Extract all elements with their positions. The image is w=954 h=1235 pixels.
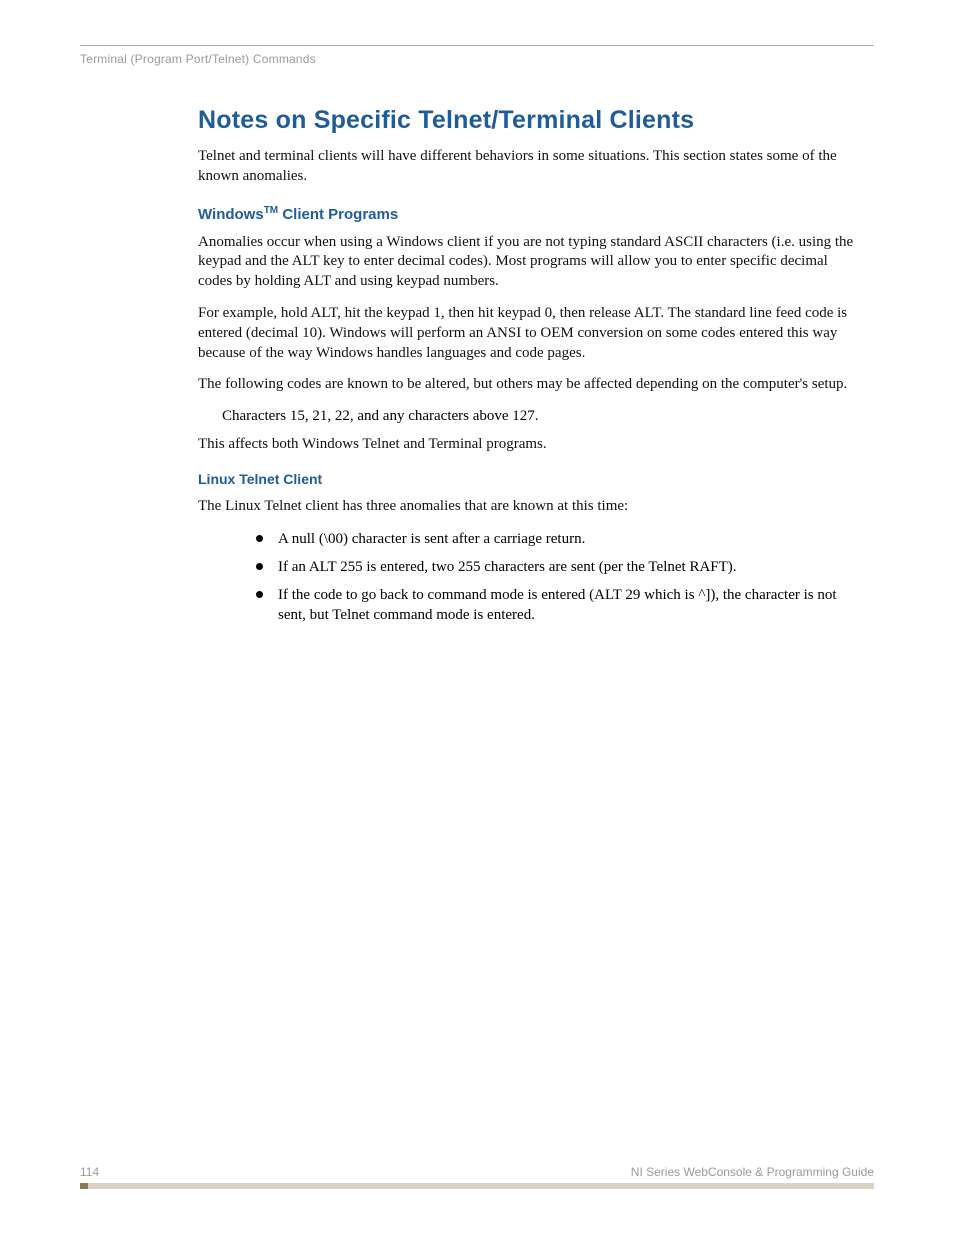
page-footer: 114 NI Series WebConsole & Programming G…	[80, 1165, 874, 1189]
section-title: Notes on Specific Telnet/Terminal Client…	[198, 106, 864, 135]
footer-line: 114 NI Series WebConsole & Programming G…	[80, 1165, 874, 1179]
windows-p2: For example, hold ALT, hit the keypad 1,…	[198, 304, 864, 363]
header-rule	[80, 45, 874, 46]
list-item: A null (\00) character is sent after a c…	[256, 529, 864, 549]
windows-p1: Anomalies occur when using a Windows cli…	[198, 233, 864, 292]
page-content: Notes on Specific Telnet/Terminal Client…	[198, 106, 864, 626]
windows-heading-prefix: Windows	[198, 206, 264, 223]
windows-indent: Characters 15, 21, 22, and any character…	[222, 407, 864, 427]
intro-paragraph: Telnet and terminal clients will have di…	[198, 147, 864, 187]
windows-heading-sup: TM	[264, 205, 278, 216]
document-page: Terminal (Program Port/Telnet) Commands …	[0, 0, 954, 1235]
windows-heading: WindowsTM Client Programs	[198, 205, 864, 223]
windows-heading-suffix: Client Programs	[278, 206, 398, 223]
linux-heading: Linux Telnet Client	[198, 471, 864, 487]
running-header: Terminal (Program Port/Telnet) Commands	[80, 52, 874, 66]
footer-bar	[80, 1183, 874, 1189]
list-item: If an ALT 255 is entered, two 255 charac…	[256, 557, 864, 577]
windows-p3: The following codes are known to be alte…	[198, 375, 864, 395]
footer-doc-title: NI Series WebConsole & Programming Guide	[631, 1165, 874, 1179]
page-number: 114	[80, 1165, 99, 1179]
list-item: If the code to go back to command mode i…	[256, 585, 864, 626]
linux-intro: The Linux Telnet client has three anomal…	[198, 497, 864, 517]
linux-bullet-list: A null (\00) character is sent after a c…	[256, 529, 864, 626]
windows-p4: This affects both Windows Telnet and Ter…	[198, 435, 864, 455]
